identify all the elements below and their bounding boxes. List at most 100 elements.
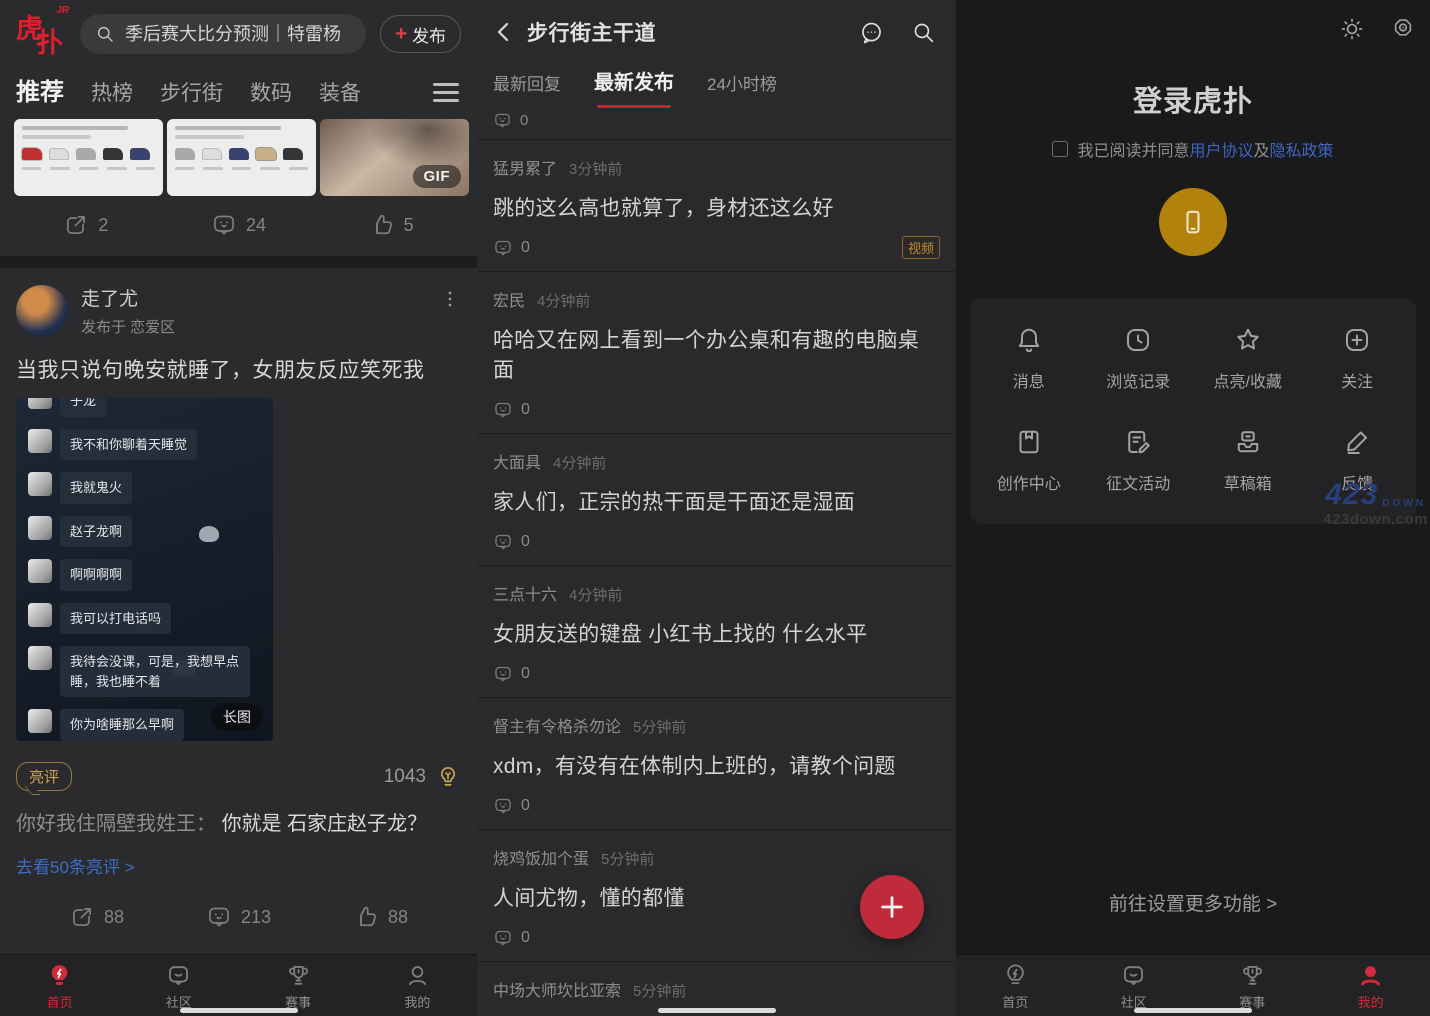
post-time: 3分钟前	[569, 158, 622, 179]
home-bulb-icon	[1002, 962, 1029, 989]
essay-activity-item[interactable]: 征文活动	[1084, 427, 1194, 494]
tab-profile[interactable]: 我的	[358, 955, 477, 1016]
comment-icon	[493, 796, 513, 816]
share-button[interactable]: 88	[69, 904, 124, 930]
chat-avatar	[28, 398, 52, 409]
watermark-logo: 423	[1325, 480, 1378, 510]
tab-community[interactable]: 社区	[119, 955, 238, 1016]
street-post[interactable]: 猛男累了3分钟前 跳的这么高也就算了，身材还这么好 0视频	[477, 140, 956, 271]
post-chat-image[interactable]: 子龙 我不和你聊着天睡觉 我就鬼火 赵子龙啊 啊啊啊啊 我可以打电话吗 我待会没…	[16, 398, 273, 741]
comment-icon	[493, 111, 512, 130]
street-post[interactable]: 三点十六4分钟前 女朋友送的键盘 小红书上找的 什么水平 0	[477, 566, 956, 697]
agreement-checkbox[interactable]	[1052, 141, 1068, 157]
publish-button[interactable]: + 发布	[380, 15, 461, 53]
tab-24h-ranking[interactable]: 24小时榜	[707, 70, 777, 108]
post-title[interactable]: 当我只说句晚安就睡了，女朋友反应笑死我	[16, 354, 461, 384]
login-title: 登录虎扑	[956, 78, 1430, 120]
tab-matches[interactable]: 赛事	[239, 955, 358, 1016]
avatar[interactable]	[16, 285, 68, 337]
trophy-icon	[1239, 962, 1266, 989]
more-options-icon[interactable]	[439, 288, 461, 310]
nav-tab-gear[interactable]: 装备	[319, 77, 361, 107]
search-input[interactable]	[125, 24, 351, 45]
comment-button[interactable]: 24	[211, 212, 266, 238]
post-author: 宏民	[493, 287, 525, 311]
comment-button[interactable]: 213	[206, 904, 271, 930]
follow-item[interactable]: 关注	[1303, 325, 1413, 392]
highlight-comment[interactable]: 你好我住隔壁我姓王： 你就是 石家庄赵子龙？	[16, 810, 461, 838]
plus-icon	[877, 892, 907, 922]
drafts-item[interactable]: 草稿箱	[1193, 427, 1303, 494]
nav-tab-street[interactable]: 步行街	[160, 77, 223, 107]
history-item[interactable]: 浏览记录	[1084, 325, 1194, 392]
post-thumbnail-1[interactable]	[14, 119, 163, 196]
tab-community[interactable]: 社区	[1075, 955, 1194, 1016]
bottom-nav: 首页 社区 赛事 我的	[0, 954, 477, 1016]
hamburger-menu-icon[interactable]	[433, 83, 459, 107]
street-post[interactable]: 督主有令格杀勿论5分钟前 xdm，有没有在体制内上班的，请教个问题 0	[477, 698, 956, 829]
like-icon	[369, 212, 395, 238]
post-stats-row: 2 24 5	[0, 196, 477, 256]
tab-latest-posts[interactable]: 最新发布	[594, 66, 674, 108]
like-button[interactable]: 5	[369, 212, 414, 238]
share-icon	[63, 212, 89, 238]
tab-latest-replies[interactable]: 最新回复	[493, 70, 561, 108]
search-bar[interactable]	[80, 14, 366, 54]
tab-home[interactable]: 首页	[956, 955, 1075, 1016]
history-clock-icon	[1123, 325, 1153, 355]
comment-count: 0	[521, 239, 530, 257]
tab-profile[interactable]: 我的	[1312, 955, 1430, 1016]
back-button[interactable]	[491, 19, 517, 45]
phone-login-button[interactable]	[1159, 188, 1227, 256]
lightbulb-icon[interactable]	[435, 764, 461, 790]
chat-avatar	[28, 472, 52, 496]
messages-item[interactable]: 消息	[974, 325, 1084, 392]
chat-avatar	[28, 429, 52, 453]
post-time: 4分钟前	[569, 584, 622, 605]
highlight-badge: 亮评	[16, 762, 72, 791]
favorites-item[interactable]: 点亮/收藏	[1193, 325, 1303, 392]
comment-icon	[493, 400, 513, 420]
like-icon	[353, 904, 379, 930]
user-agreement-link[interactable]: 用户协议	[1189, 143, 1253, 160]
post-time: 4分钟前	[553, 452, 606, 473]
search-icon[interactable]	[911, 20, 936, 45]
compose-fab[interactable]	[860, 875, 924, 939]
brightness-icon[interactable]	[1339, 16, 1365, 42]
highlight-comment-author: 你好我住隔壁我姓王：	[16, 813, 216, 835]
post-time: 5分钟前	[633, 716, 686, 737]
pencil-underline-icon	[1342, 427, 1372, 457]
view-highlight-comments-link[interactable]: 去看50条亮评 >	[16, 853, 135, 878]
street-board-panel: 步行街主干道 最新回复 最新发布 24小时榜 0 猛男累了3分钟前 跳的这么高也…	[477, 0, 956, 1016]
post-stats-row: 88 213 88	[16, 878, 461, 930]
creator-center-item[interactable]: 创作中心	[974, 427, 1084, 494]
more-settings-link[interactable]: 前往设置更多功能 >	[956, 889, 1430, 916]
messages-icon[interactable]	[859, 20, 884, 45]
plus-icon: +	[395, 24, 407, 44]
privacy-policy-link[interactable]: 隐私政策	[1270, 143, 1334, 160]
comment-icon	[493, 238, 513, 258]
theme-settings-icon[interactable]	[1390, 16, 1416, 42]
comment-count: 0	[520, 112, 528, 129]
post-thumbnail-2[interactable]	[167, 119, 316, 196]
like-button[interactable]: 88	[353, 904, 408, 930]
post-author: 中场大师坎比亚索	[493, 977, 621, 1001]
share-button[interactable]: 2	[63, 212, 108, 238]
logo-jr-badge: JR	[56, 5, 69, 16]
tab-matches[interactable]: 赛事	[1193, 955, 1312, 1016]
publish-label: 发布	[412, 22, 446, 47]
bell-icon	[1014, 325, 1044, 355]
login-panel: 登录虎扑 我已阅读并同意用户协议及隐私政策 消息 浏览记录 点亮/收藏 关注 创…	[956, 0, 1430, 1016]
nav-tab-recommend[interactable]: 推荐	[16, 72, 64, 107]
post-thumbnail-gif[interactable]: GIF	[320, 119, 469, 196]
comment-count: 24	[246, 215, 266, 236]
nav-tab-digital[interactable]: 数码	[250, 77, 292, 107]
street-post[interactable]: 宏民4分钟前 哈哈又在网上看到一个办公桌和有趣的电脑桌面 0	[477, 272, 956, 433]
tab-home[interactable]: 首页	[0, 955, 119, 1016]
post-image-row: GIF	[0, 119, 477, 196]
author-name[interactable]: 走了尤	[81, 284, 426, 311]
street-post[interactable]: 大面具4分钟前 家人们，正宗的热干面是干面还是湿面 0	[477, 434, 956, 565]
nav-tab-hot[interactable]: 热榜	[91, 77, 133, 107]
home-header: 虎 扑 JR + 发布	[0, 0, 477, 64]
home-indicator	[180, 1008, 298, 1013]
